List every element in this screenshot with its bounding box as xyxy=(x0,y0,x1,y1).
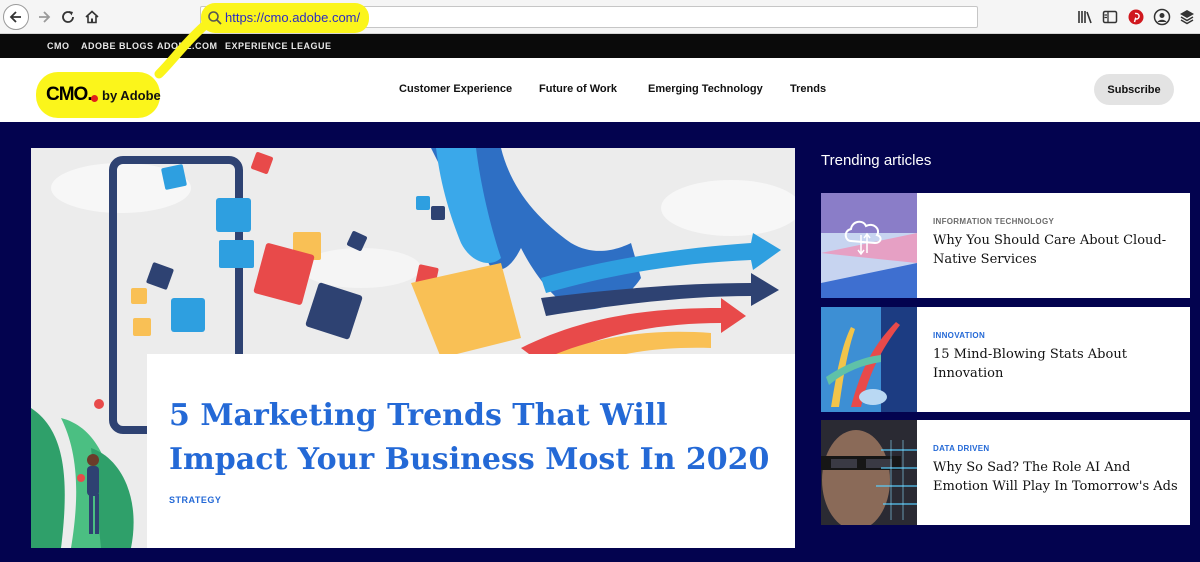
trending-category[interactable]: INNOVATION xyxy=(933,331,985,340)
address-bar[interactable]: https://cmo.adobe.com/ xyxy=(200,3,978,33)
trending-card-cloud[interactable]: INFORMATION TECHNOLOGY Why You Should Ca… xyxy=(821,193,1190,298)
cloud-icon xyxy=(821,193,917,298)
hero-category[interactable]: STRATEGY xyxy=(169,495,221,505)
logo-mark: CMO. xyxy=(46,84,93,105)
nav-customer-experience[interactable]: Customer Experience xyxy=(399,83,512,95)
trending-thumbnail-data-driven xyxy=(821,420,917,525)
trending-title[interactable]: Why You Should Care About Cloud-Native S… xyxy=(933,231,1178,269)
site-logo[interactable]: CMO. by Adobe xyxy=(34,21,209,118)
innovation-illustration-icon xyxy=(821,307,917,412)
strip-link-experience-league[interactable]: EXPERIENCE LEAGUE xyxy=(225,41,332,51)
layers-icon xyxy=(1180,10,1194,25)
account-button[interactable] xyxy=(1153,8,1171,26)
hero-article[interactable]: 5 Marketing Trends That Will Impact Your… xyxy=(31,148,795,548)
reader-view-icon xyxy=(1102,10,1118,24)
account-icon xyxy=(1153,8,1171,26)
back-button[interactable] xyxy=(3,4,29,30)
trending-title[interactable]: Why So Sad? The Role AI And Emotion Will… xyxy=(933,458,1178,496)
url-text[interactable]: https://cmo.adobe.com/ xyxy=(225,10,360,25)
reader-view-button[interactable] xyxy=(1101,8,1119,26)
logo-by-adobe: by Adobe xyxy=(102,88,161,103)
trending-thumbnail-innovation xyxy=(821,307,917,412)
hero-title[interactable]: 5 Marketing Trends That Will Impact Your… xyxy=(169,394,779,482)
library-button[interactable] xyxy=(1076,8,1094,26)
trending-category[interactable]: DATA DRIVEN xyxy=(933,444,989,453)
nav-trends[interactable]: Trends xyxy=(790,83,826,95)
back-icon xyxy=(9,11,21,23)
nav-emerging-technology[interactable]: Emerging Technology xyxy=(648,83,763,95)
face-ai-icon xyxy=(821,420,917,525)
trending-heading: Trending articles xyxy=(821,152,932,169)
nav-future-of-work[interactable]: Future of Work xyxy=(539,83,617,95)
pinterest-button[interactable] xyxy=(1127,8,1145,26)
pinterest-icon xyxy=(1128,9,1144,25)
trending-card-data-driven[interactable]: DATA DRIVEN Why So Sad? The Role AI And … xyxy=(821,420,1190,525)
site-header: CMO. by Adobe Customer Experience Future… xyxy=(0,21,1200,122)
trending-category[interactable]: INFORMATION TECHNOLOGY xyxy=(933,217,1054,226)
logo-dot xyxy=(91,95,98,102)
subscribe-button[interactable]: Subscribe xyxy=(1094,74,1174,105)
trending-thumbnail-cloud xyxy=(821,193,917,298)
trending-card-innovation[interactable]: INNOVATION 15 Mind-Blowing Stats About I… xyxy=(821,307,1190,412)
layers-button[interactable] xyxy=(1178,8,1196,26)
trending-title[interactable]: 15 Mind-Blowing Stats About Innovation xyxy=(933,345,1178,383)
hero-card: 5 Marketing Trends That Will Impact Your… xyxy=(147,354,795,548)
library-icon xyxy=(1078,11,1092,24)
